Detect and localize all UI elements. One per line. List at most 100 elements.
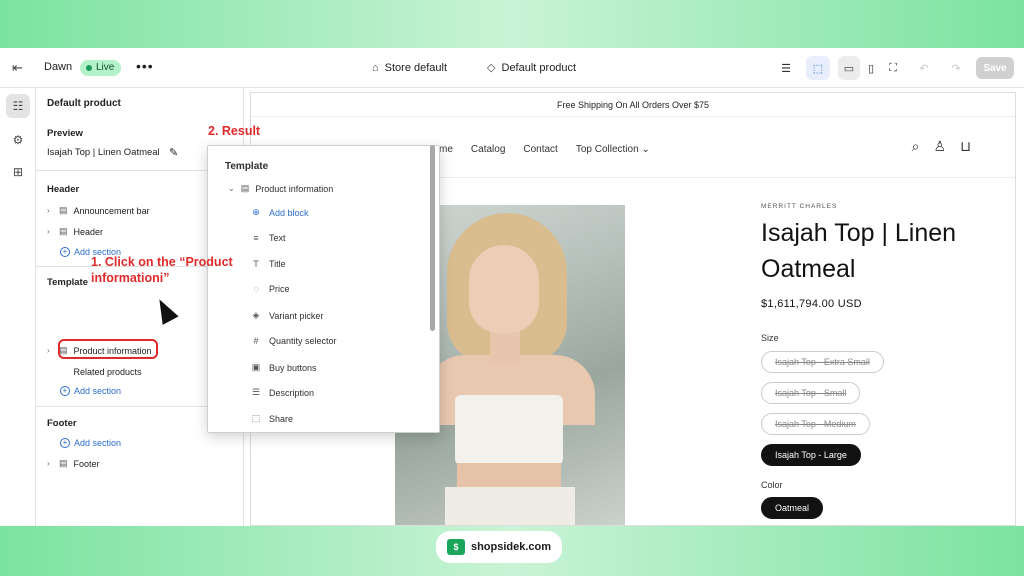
undo-icon[interactable]: ↶ xyxy=(912,56,936,80)
more-options-button[interactable]: ••• xyxy=(136,58,154,74)
hash-icon: # xyxy=(253,336,259,346)
add-section-button-template[interactable]: + Add section xyxy=(60,386,121,396)
block-label: Buy buttons xyxy=(269,362,317,373)
highlight-box xyxy=(58,339,158,359)
left-rail: ☷ ⚙ ⊞ xyxy=(0,88,36,526)
template-blocks-panel: Template ⌄ ▤ Product information ⊕ Add b… xyxy=(207,145,440,433)
database-icon[interactable]: ☰ xyxy=(774,56,798,80)
store-default-selector[interactable]: ⌂ Store default xyxy=(372,62,447,74)
panel-item-product-information[interactable]: ⌄ ▤ Product information xyxy=(228,183,333,194)
sidebar-item-related-products[interactable]: › ▤ Related products xyxy=(47,366,142,377)
block-label: Share xyxy=(269,413,294,424)
preview-heading: Preview xyxy=(47,128,83,139)
live-badge: Live xyxy=(80,60,122,76)
block-label: Text xyxy=(269,233,286,243)
mobile-icon[interactable]: ▯ xyxy=(860,56,882,80)
sidebar-item-label: Header xyxy=(73,226,104,237)
size-option[interactable]: Isajah Top - Extra Small xyxy=(761,351,884,373)
block-item-price[interactable]: ◌ Price xyxy=(251,284,290,294)
theme-editor-window: ⇤ Dawn Live ••• ⌂ Store default ◇ Defaul… xyxy=(0,48,1024,526)
buy-buttons-icon: ▣ xyxy=(251,362,261,372)
share-icon: ⬚ xyxy=(251,413,261,423)
nav-top-collection-label: Top Collection xyxy=(575,144,639,155)
block-item-variant-picker[interactable]: ◈ Variant picker xyxy=(251,310,324,321)
sections-icon[interactable]: ☷ xyxy=(6,94,30,118)
variant-icon: ◈ xyxy=(252,310,260,320)
block-item-buy-buttons[interactable]: ▣ Buy buttons xyxy=(251,362,317,373)
size-option[interactable]: Isajah Top - Small xyxy=(761,382,861,404)
color-label: Color xyxy=(761,480,783,490)
nav-catalog[interactable]: Catalog xyxy=(471,144,505,155)
section-icon: ▤ xyxy=(59,226,68,236)
settings-gear-icon[interactable]: ⚙ xyxy=(6,128,30,152)
exit-icon[interactable]: ⇤ xyxy=(12,60,28,76)
template-selector-label: Default product xyxy=(501,61,577,74)
block-item-title[interactable]: T Title xyxy=(251,259,285,269)
chevron-down-icon: ⌄ xyxy=(228,184,235,193)
store-header-icons: ⌕ ♙ ⊔ xyxy=(912,138,971,155)
device-toggle: ▭ ▯ ⛶ xyxy=(838,56,904,80)
sidebar-item-label: Announcement bar xyxy=(73,205,150,216)
header-heading: Header xyxy=(47,184,80,195)
image-shape xyxy=(455,395,563,465)
image-shape xyxy=(445,487,575,525)
size-option[interactable]: Isajah Top - Medium xyxy=(761,413,870,435)
chevron-right-icon: › xyxy=(47,227,50,236)
top-bar: ⇤ Dawn Live ••• ⌂ Store default ◇ Defaul… xyxy=(0,48,1024,88)
nav-top-collection[interactable]: Top Collection ⌄ xyxy=(576,144,650,155)
edit-pencil-icon[interactable]: ✎ xyxy=(169,146,178,159)
add-block-button[interactable]: ⊕ Add block xyxy=(251,207,309,218)
nav-home[interactable]: me xyxy=(439,144,453,155)
desktop-icon[interactable]: ▭ xyxy=(838,56,860,80)
tag-icon: ◇ xyxy=(487,62,496,74)
store-nav: me Catalog Contact Top Collection ⌄ xyxy=(439,144,650,155)
block-item-share[interactable]: ⬚ Share xyxy=(251,413,293,424)
brand-label: shopsidek.com xyxy=(470,541,552,553)
plus-circle-icon: + xyxy=(60,386,70,396)
image-shape xyxy=(457,463,561,489)
store-icon: ⌂ xyxy=(372,61,379,74)
block-item-quantity-selector[interactable]: # Quantity selector xyxy=(251,336,336,346)
text-lines-icon: ≡ xyxy=(253,233,259,243)
nav-contact[interactable]: Contact xyxy=(523,144,557,155)
price-tag-icon: ◌ xyxy=(253,284,259,294)
fullscreen-icon[interactable]: ⛶ xyxy=(882,56,904,80)
preview-product-value: Isajah Top | Linen Oatmeal xyxy=(47,147,160,158)
live-dot-icon xyxy=(86,65,92,71)
product-title: Isajah Top | Linen Oatmeal xyxy=(761,219,957,283)
size-option-selected[interactable]: Isajah Top - Large xyxy=(761,444,861,466)
template-selector[interactable]: ◇ Default product xyxy=(487,61,577,75)
product-vendor: MERRITT CHARLES xyxy=(761,203,838,210)
save-button[interactable]: Save xyxy=(976,57,1014,79)
title-t-icon: T xyxy=(253,259,259,269)
sidebar-item-header[interactable]: › ▤ Header xyxy=(47,226,103,237)
plus-circle-icon: ⊕ xyxy=(252,207,260,217)
block-item-text[interactable]: ≡ Text xyxy=(251,233,286,243)
annotation-step-2: 2. Result xyxy=(208,124,261,138)
plus-circle-icon: + xyxy=(60,438,70,448)
block-item-description[interactable]: ☰ Description xyxy=(251,387,314,398)
panel-title: Template xyxy=(225,161,269,172)
block-label: Price xyxy=(269,284,290,294)
chevron-down-icon: ⌄ xyxy=(641,144,650,155)
sidebar-item-footer[interactable]: › ▤ Footer xyxy=(47,458,100,469)
apps-icon[interactable]: ⊞ xyxy=(6,160,30,184)
theme-name: Dawn xyxy=(44,61,73,73)
annotation-step-1: 1. Click on the “Product informationi” xyxy=(91,255,233,285)
inspector-icon[interactable]: ⬚ xyxy=(806,56,830,80)
redo-icon[interactable]: ↷ xyxy=(944,56,968,80)
add-section-label: Add section xyxy=(74,386,122,396)
shopping-cart-icon: $ xyxy=(446,539,465,555)
size-label: Size xyxy=(761,333,779,343)
search-icon[interactable]: ⌕ xyxy=(912,138,920,155)
account-icon[interactable]: ♙ xyxy=(934,138,947,155)
cart-icon[interactable]: ⊔ xyxy=(960,138,971,155)
section-icon: ▤ xyxy=(240,183,250,193)
panel-parent-label: Product information xyxy=(255,183,334,194)
sidebar-item-announcement-bar[interactable]: › ▤ Announcement bar xyxy=(47,205,150,216)
color-option-selected[interactable]: Oatmeal xyxy=(761,497,824,519)
top-bar-actions: ☰ ⬚ ▭ ▯ ⛶ ↶ ↷ Save xyxy=(774,56,1014,80)
panel-scrollbar[interactable] xyxy=(430,145,435,331)
add-block-label: Add block xyxy=(269,207,309,218)
add-section-button-footer[interactable]: + Add section xyxy=(60,438,121,448)
